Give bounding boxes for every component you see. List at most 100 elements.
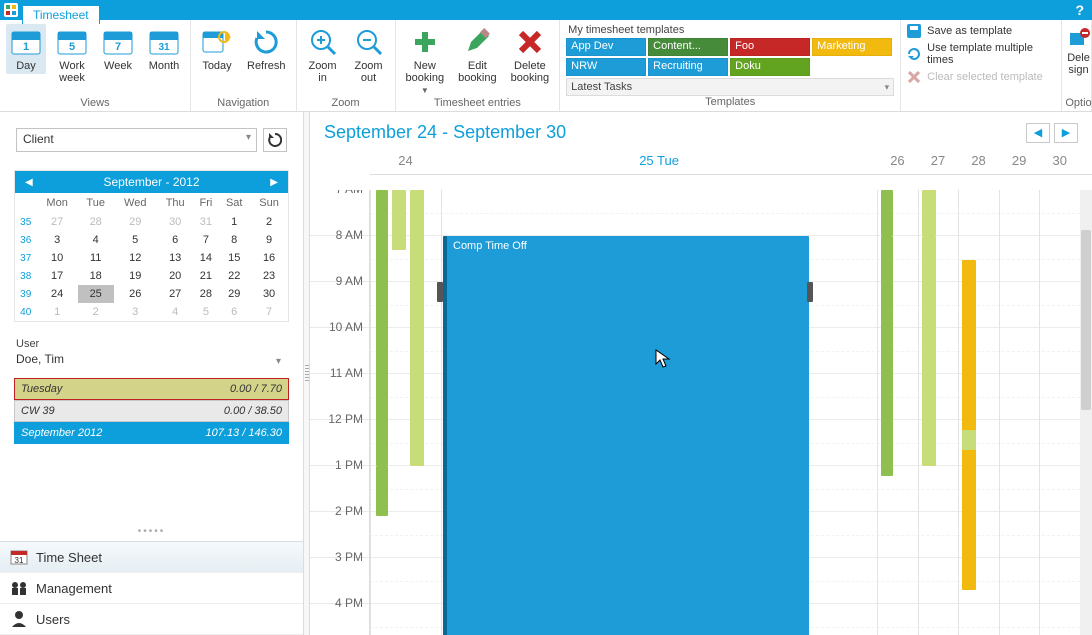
calendar-day-cell[interactable]: 9: [250, 231, 288, 249]
calendar-day-cell[interactable]: 6: [218, 303, 250, 321]
template-chip[interactable]: NRW: [566, 58, 646, 76]
stat-month[interactable]: September 2012 107.13 / 146.30: [14, 422, 289, 444]
calendar-day-cell[interactable]: 23: [250, 267, 288, 285]
calendar-day-cell[interactable]: 1: [218, 213, 250, 231]
calendar-day-cell[interactable]: 20: [157, 267, 194, 285]
day-header[interactable]: 28: [958, 147, 999, 174]
user-select[interactable]: Doe, Tim: [16, 352, 287, 366]
calendar-day-cell[interactable]: 17: [36, 267, 77, 285]
calendar-day-cell[interactable]: 2: [78, 303, 114, 321]
template-chip[interactable]: Foo: [730, 38, 810, 56]
day-header[interactable]: 26: [877, 147, 918, 174]
calendar-day-cell[interactable]: 3: [114, 303, 157, 321]
calendar-day-cell[interactable]: 30: [157, 213, 194, 231]
calendar-day-cell[interactable]: 26: [114, 285, 157, 303]
calendar-day-cell[interactable]: 4: [157, 303, 194, 321]
zoom-in-button[interactable]: Zoom in: [303, 24, 343, 86]
calendar-day-cell[interactable]: 16: [250, 249, 288, 267]
client-refresh-button[interactable]: [263, 128, 287, 152]
template-chip[interactable]: Content...: [648, 38, 728, 56]
week-number[interactable]: 40: [15, 303, 36, 321]
delete-booking-button[interactable]: Delete booking: [507, 24, 554, 86]
day-header[interactable]: 24: [370, 147, 441, 174]
range-next-button[interactable]: ▶: [1054, 123, 1078, 143]
booking-strip[interactable]: [881, 236, 893, 476]
calendar-day-cell[interactable]: 4: [78, 231, 114, 249]
today-button[interactable]: Today: [197, 24, 237, 74]
calendar-day-cell[interactable]: 21: [194, 267, 219, 285]
save-template-button[interactable]: Save as template: [907, 24, 1055, 38]
client-select[interactable]: Client: [16, 128, 257, 152]
stat-week[interactable]: CW 39 0.00 / 38.50: [14, 400, 289, 422]
refresh-button[interactable]: Refresh: [243, 24, 290, 74]
appointment-comp-time-off[interactable]: Comp Time Off: [443, 236, 809, 635]
day-header[interactable]: 30: [1039, 147, 1080, 174]
calendar-day-cell[interactable]: 12: [114, 249, 157, 267]
view-workweek-button[interactable]: 5 Work week: [52, 24, 92, 86]
edit-booking-button[interactable]: Edit booking: [454, 24, 501, 86]
week-number[interactable]: 38: [15, 267, 36, 285]
calendar-day-cell[interactable]: 28: [78, 213, 114, 231]
nav-users[interactable]: Users: [0, 604, 303, 635]
calendar-day-cell[interactable]: 31: [194, 213, 219, 231]
day-header[interactable]: 25 Tue: [441, 147, 877, 174]
cal-next-button[interactable]: ▶: [266, 177, 282, 188]
template-chip[interactable]: Recruiting: [648, 58, 728, 76]
view-day-button[interactable]: 1 Day: [6, 24, 46, 74]
calendar-day-cell[interactable]: 8: [218, 231, 250, 249]
day-header[interactable]: 29: [999, 147, 1040, 174]
booking-strip[interactable]: [376, 190, 388, 466]
cal-prev-button[interactable]: ◀: [21, 177, 37, 188]
calendar-day-cell[interactable]: 25: [78, 285, 114, 303]
nav-management[interactable]: Management: [0, 573, 303, 604]
calendar-day-cell[interactable]: 24: [36, 285, 77, 303]
calendar-day-cell[interactable]: 15: [218, 249, 250, 267]
view-month-button[interactable]: 31 Month: [144, 24, 184, 74]
calendar-day-cell[interactable]: 19: [114, 267, 157, 285]
booking-strip[interactable]: [922, 236, 936, 466]
delete-signature-button[interactable]: Dele sign: [1063, 24, 1092, 78]
calendar-day-cell[interactable]: 1: [36, 303, 77, 321]
template-chip[interactable]: Doku: [730, 58, 810, 76]
booking-strip[interactable]: [962, 430, 976, 450]
use-multiple-button[interactable]: Use template multiple times: [907, 42, 1055, 66]
calendar-day-cell[interactable]: 30: [250, 285, 288, 303]
nav-timesheet[interactable]: 31 Time Sheet: [0, 542, 303, 573]
calendar-day-cell[interactable]: 29: [114, 213, 157, 231]
booking-strip[interactable]: [392, 190, 406, 250]
calendar-day-cell[interactable]: 27: [36, 213, 77, 231]
calendar-day-cell[interactable]: 14: [194, 249, 219, 267]
week-number[interactable]: 37: [15, 249, 36, 267]
calendar-day-cell[interactable]: 28: [194, 285, 219, 303]
calendar-day-cell[interactable]: 7: [194, 231, 219, 249]
scrollbar-thumb[interactable]: [1081, 230, 1091, 410]
template-chip[interactable]: App Dev: [566, 38, 646, 56]
calendar-day-cell[interactable]: 29: [218, 285, 250, 303]
sidebar-resize-grip[interactable]: •••••: [0, 522, 303, 537]
latest-tasks-dropdown[interactable]: Latest Tasks: [566, 78, 894, 96]
help-icon[interactable]: ?: [1075, 2, 1084, 18]
day-header[interactable]: 27: [918, 147, 959, 174]
tab-timesheet[interactable]: Timesheet: [22, 5, 100, 24]
calendar-day-cell[interactable]: 13: [157, 249, 194, 267]
booking-strip[interactable]: [881, 190, 893, 236]
calendar-day-cell[interactable]: 10: [36, 249, 77, 267]
range-prev-button[interactable]: ◀: [1026, 123, 1050, 143]
calendar-day-cell[interactable]: 5: [194, 303, 219, 321]
booking-strip[interactable]: [376, 466, 388, 516]
view-week-button[interactable]: 7 Week: [98, 24, 138, 74]
template-chip[interactable]: Marketing: [812, 38, 892, 56]
calendar-day-cell[interactable]: 2: [250, 213, 288, 231]
appointment-handle-left[interactable]: [437, 282, 443, 302]
calendar-day-cell[interactable]: 3: [36, 231, 77, 249]
vertical-scrollbar[interactable]: [1080, 190, 1092, 635]
calendar-day-cell[interactable]: 5: [114, 231, 157, 249]
stat-day[interactable]: Tuesday 0.00 / 7.70: [14, 378, 289, 400]
booking-strip[interactable]: [922, 190, 936, 236]
appointment-handle-right[interactable]: [807, 282, 813, 302]
week-number[interactable]: 36: [15, 231, 36, 249]
week-number[interactable]: 39: [15, 285, 36, 303]
calendar-day-cell[interactable]: 6: [157, 231, 194, 249]
calendar-day-cell[interactable]: 22: [218, 267, 250, 285]
calendar-day-cell[interactable]: 18: [78, 267, 114, 285]
